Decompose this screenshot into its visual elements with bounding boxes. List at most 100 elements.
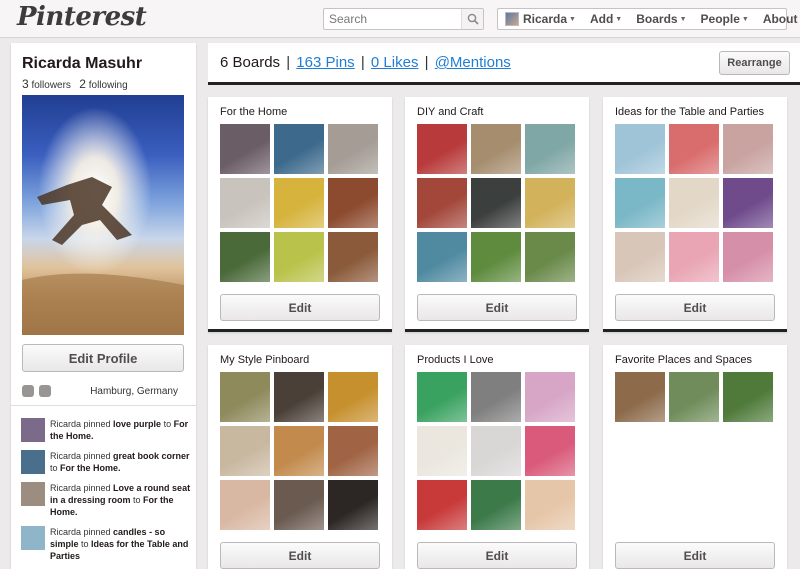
activity-thumbnail[interactable] [21, 450, 45, 474]
search-button[interactable] [461, 9, 483, 29]
facebook-icon[interactable] [22, 385, 34, 397]
board-card[interactable]: Favorite Places and Spaces Edit [603, 345, 787, 569]
nav-boards-menu[interactable]: Boards ▼ [629, 9, 693, 29]
pin-thumbnail[interactable] [615, 178, 665, 228]
pin-thumbnail[interactable] [723, 124, 773, 174]
pin-thumbnail[interactable] [723, 232, 773, 282]
pin-thumbnail[interactable] [220, 480, 270, 530]
board-edit-button[interactable]: Edit [220, 294, 380, 321]
pin-thumbnail[interactable] [471, 232, 521, 282]
board-title[interactable]: For the Home [220, 106, 287, 118]
board-card[interactable]: For the Home Edit [208, 97, 392, 332]
followers-count[interactable]: 3 [22, 77, 29, 91]
mentions-link[interactable]: @Mentions [435, 54, 511, 71]
activity-thumbnail[interactable] [21, 418, 45, 442]
pin-thumbnail[interactable] [328, 232, 378, 282]
pin-thumbnail[interactable] [669, 232, 719, 282]
rearrange-button[interactable]: Rearrange [719, 51, 790, 75]
profile-stats-bar: 6 Boards | 163 Pins | 0 Likes | @Mention… [208, 43, 800, 85]
pin-thumbnail[interactable] [525, 178, 575, 228]
board-title[interactable]: Ideas for the Table and Parties [615, 106, 764, 118]
board-edit-button[interactable]: Edit [417, 542, 577, 569]
search-input[interactable] [324, 9, 460, 29]
pin-thumbnail[interactable] [328, 480, 378, 530]
activity-text: Ricarda pinned Love a round seat in a dr… [50, 483, 191, 517]
boards-count[interactable]: 6 Boards [220, 54, 280, 71]
pin-thumbnail[interactable] [615, 124, 665, 174]
pin-thumbnail[interactable] [274, 232, 324, 282]
pin-thumbnail[interactable] [417, 124, 467, 174]
board-card[interactable]: Ideas for the Table and Parties Edit [603, 97, 787, 332]
pin-thumbnail[interactable] [471, 372, 521, 422]
nav-user-menu[interactable]: Ricarda ▼ [498, 9, 583, 29]
pin-thumbnail[interactable] [471, 480, 521, 530]
pin-thumbnail[interactable] [525, 426, 575, 476]
pin-thumbnail[interactable] [669, 372, 719, 422]
pin-thumbnail[interactable] [723, 178, 773, 228]
pin-thumbnail[interactable] [615, 372, 665, 422]
board-edit-button[interactable]: Edit [220, 542, 380, 569]
pin-thumbnail[interactable] [274, 372, 324, 422]
rss-icon[interactable] [39, 385, 51, 397]
pin-thumbnail[interactable] [669, 124, 719, 174]
nav-people-menu[interactable]: People ▼ [694, 9, 756, 29]
pins-link[interactable]: 163 Pins [296, 54, 354, 71]
board-title[interactable]: My Style Pinboard [220, 354, 309, 366]
board-pin-grid [417, 124, 575, 282]
pin-thumbnail[interactable] [417, 480, 467, 530]
board-link[interactable]: For the Home. [60, 463, 121, 473]
likes-link[interactable]: 0 Likes [371, 54, 419, 71]
activity-thumbnail[interactable] [21, 482, 45, 506]
pin-thumbnail[interactable] [417, 372, 467, 422]
pin-link[interactable]: love purple [113, 419, 161, 429]
pin-thumbnail[interactable] [723, 372, 773, 422]
pin-thumbnail[interactable] [328, 124, 378, 174]
pin-thumbnail[interactable] [274, 480, 324, 530]
pin-thumbnail[interactable] [220, 372, 270, 422]
chevron-down-icon: ▼ [741, 15, 749, 23]
nav-about-menu[interactable]: About▼ [756, 9, 800, 29]
following-label[interactable]: following [89, 80, 128, 91]
pin-thumbnail[interactable] [615, 232, 665, 282]
pin-thumbnail[interactable] [417, 426, 467, 476]
pin-thumbnail[interactable] [220, 426, 270, 476]
board-edit-button[interactable]: Edit [615, 542, 775, 569]
pin-thumbnail[interactable] [220, 232, 270, 282]
pin-thumbnail[interactable] [525, 480, 575, 530]
pin-thumbnail[interactable] [525, 232, 575, 282]
pin-thumbnail[interactable] [274, 426, 324, 476]
activity-feed: Ricarda pinned love purple to For the Ho… [21, 418, 191, 569]
board-edit-button[interactable]: Edit [615, 294, 775, 321]
pin-thumbnail[interactable] [274, 178, 324, 228]
pin-thumbnail[interactable] [417, 232, 467, 282]
activity-text: Ricarda pinned love purple to For the Ho… [50, 419, 189, 441]
pin-thumbnail[interactable] [220, 124, 270, 174]
nav-add-menu[interactable]: Add ▼ [583, 9, 629, 29]
pin-thumbnail[interactable] [274, 124, 324, 174]
board-title[interactable]: DIY and Craft [417, 106, 483, 118]
pin-thumbnail[interactable] [471, 426, 521, 476]
pin-link[interactable]: great book corner [113, 451, 190, 461]
board-card[interactable]: Products I Love Edit [405, 345, 589, 569]
board-pin-grid [220, 124, 378, 282]
following-count[interactable]: 2 [79, 77, 86, 91]
followers-label[interactable]: followers [31, 80, 70, 91]
board-card[interactable]: My Style Pinboard Edit [208, 345, 392, 569]
edit-profile-button[interactable]: Edit Profile [22, 344, 184, 372]
pin-thumbnail[interactable] [471, 124, 521, 174]
pin-thumbnail[interactable] [328, 372, 378, 422]
pin-thumbnail[interactable] [328, 178, 378, 228]
pin-thumbnail[interactable] [669, 178, 719, 228]
pin-thumbnail[interactable] [328, 426, 378, 476]
pin-thumbnail[interactable] [471, 178, 521, 228]
pin-thumbnail[interactable] [525, 124, 575, 174]
pin-thumbnail[interactable] [220, 178, 270, 228]
activity-thumbnail[interactable] [21, 526, 45, 550]
board-title[interactable]: Favorite Places and Spaces [615, 354, 752, 366]
board-card[interactable]: DIY and Craft Edit [405, 97, 589, 332]
pin-thumbnail[interactable] [417, 178, 467, 228]
pin-thumbnail[interactable] [525, 372, 575, 422]
board-title[interactable]: Products I Love [417, 354, 493, 366]
pinterest-logo[interactable]: Pinterest [17, 2, 147, 32]
board-edit-button[interactable]: Edit [417, 294, 577, 321]
